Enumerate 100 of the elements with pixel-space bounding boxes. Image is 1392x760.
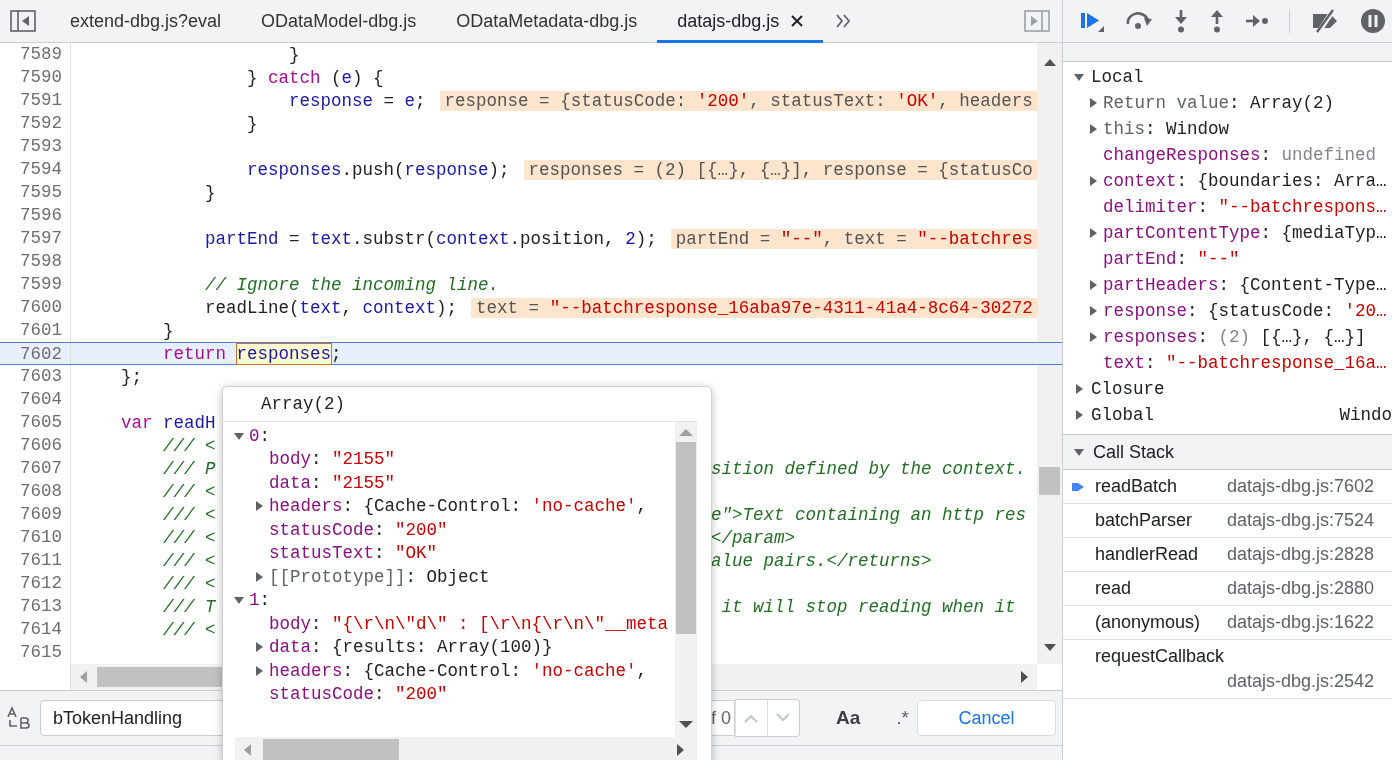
- line-number: 7608: [0, 480, 71, 503]
- property: data: {results: Array(100)}: [269, 637, 553, 658]
- stack-frame-location[interactable]: datajs-dbg.js:1622: [1226, 612, 1374, 633]
- stack-frame-location[interactable]: datajs-dbg.js:7602: [1226, 476, 1374, 497]
- scrollbar-thumb[interactable]: [1039, 467, 1060, 495]
- line-number: 7593: [0, 135, 71, 158]
- deactivate-breakpoints-icon[interactable]: [1310, 8, 1340, 34]
- debugger-toggle-icon[interactable]: [1024, 10, 1050, 32]
- expand-arrow-icon[interactable]: [1087, 279, 1099, 291]
- expand-arrow-icon[interactable]: [253, 500, 265, 513]
- call-stack-title[interactable]: Call Stack: [1093, 441, 1175, 463]
- stack-frame-name[interactable]: readBatch: [1095, 476, 1178, 497]
- scroll-right-icon[interactable]: [677, 744, 685, 756]
- stack-frame-name[interactable]: handlerRead: [1095, 544, 1199, 565]
- expand-arrow-icon[interactable]: [1087, 331, 1099, 343]
- scope-variable: text: "--batchresponse_16a…: [1103, 353, 1387, 373]
- code-line: }: [162, 320, 174, 341]
- scope-variable: partContentType: {mediaTyp…: [1103, 223, 1387, 243]
- expand-arrow-icon[interactable]: [1073, 71, 1085, 83]
- file-tab[interactable]: ODataModel-dbg.js: [241, 0, 437, 43]
- scope-variable: partHeaders: {Content-Type…: [1103, 275, 1387, 295]
- code-line: </param>: [711, 527, 795, 548]
- line-number: 7589: [0, 43, 71, 66]
- line-number: 7605: [0, 411, 71, 434]
- line-number: 7603: [0, 365, 71, 388]
- property: statusText: "OK": [269, 543, 438, 564]
- property: statusCode: "200": [269, 519, 448, 540]
- stack-frame-name[interactable]: batchParser: [1095, 510, 1193, 531]
- expand-arrow-icon[interactable]: [1073, 383, 1085, 395]
- scroll-down-icon[interactable]: [679, 721, 693, 729]
- stack-frame-name[interactable]: requestCallback: [1095, 646, 1225, 667]
- stack-frame-name[interactable]: (anonymous): [1095, 612, 1201, 633]
- line-number: 7606: [0, 434, 71, 457]
- pause-icon[interactable]: [1360, 8, 1386, 34]
- code-line: var readH: [120, 412, 216, 433]
- code-line: partEnd = text.substr(context.position, 2);: [204, 228, 657, 249]
- line-number: 7604: [0, 388, 71, 411]
- stack-frame-location[interactable]: datajs-dbg.js:2880: [1226, 578, 1374, 599]
- scrollbar-thumb[interactable]: [676, 442, 696, 634]
- file-tab[interactable]: ODataMetadata-dbg.js: [436, 0, 658, 43]
- expand-arrow-icon[interactable]: [1073, 446, 1085, 458]
- cancel-button[interactable]: Cancel: [916, 700, 1056, 736]
- code-line: responses.push(response);: [246, 159, 510, 180]
- regex-button[interactable]: .*: [888, 703, 917, 733]
- stack-frame-location[interactable]: datajs-dbg.js:7524: [1226, 510, 1374, 531]
- property: headers: {Cache-Control: 'no-cache',: [269, 660, 648, 681]
- scroll-down-icon[interactable]: [1044, 644, 1056, 652]
- expand-arrow-icon[interactable]: [1087, 123, 1099, 135]
- scope-variable: partEnd: "--": [1103, 249, 1240, 269]
- property: body: "{\r\n\"d\" : [\r\n{\r\n\"__meta: [269, 613, 669, 634]
- property: headers: {Cache-Control: 'no-cache',: [269, 496, 648, 517]
- expand-arrow-icon[interactable]: [1073, 409, 1085, 421]
- code-line: /// <: [162, 504, 216, 525]
- step-over-icon[interactable]: [1125, 10, 1153, 32]
- expand-arrow-icon[interactable]: [1087, 97, 1099, 109]
- code-line: /// T: [162, 596, 216, 617]
- property: 1:: [249, 590, 271, 611]
- line-number: 7602: [0, 343, 71, 364]
- match-case-button[interactable]: Aa: [827, 703, 869, 733]
- step-out-icon[interactable]: [1209, 9, 1225, 33]
- expand-arrow-icon[interactable]: [253, 570, 265, 583]
- close-icon[interactable]: [791, 15, 804, 27]
- code-line: /// <: [162, 435, 216, 456]
- file-tab[interactable]: datajs-dbg.js: [657, 0, 824, 43]
- line-number: 7599: [0, 273, 71, 296]
- stack-frame-name[interactable]: read: [1095, 578, 1132, 599]
- expand-arrow-icon[interactable]: [253, 664, 265, 677]
- file-tab[interactable]: extend-dbg.js?eval: [50, 0, 242, 43]
- scope-section-title[interactable]: Local: [1091, 67, 1144, 87]
- scope-section-title[interactable]: Global: [1091, 405, 1154, 425]
- step-into-icon[interactable]: [1173, 9, 1189, 33]
- line-number: 7590: [0, 66, 71, 89]
- search-field[interactable]: bTokenHandling: [51, 706, 711, 730]
- property: body: "2155": [269, 449, 396, 470]
- code-line: };: [120, 366, 142, 387]
- code-line: } catch (e) {: [246, 67, 384, 88]
- more-tabs-icon[interactable]: [835, 14, 852, 28]
- scope-section-title[interactable]: Closure: [1091, 379, 1165, 399]
- step-icon[interactable]: [1245, 13, 1269, 29]
- code-line: /// <: [162, 550, 216, 571]
- stack-frame-location[interactable]: datajs-dbg.js:2828: [1226, 544, 1374, 565]
- property: [[Prototype]]: Object: [269, 566, 490, 587]
- line-number: 7613: [0, 595, 71, 618]
- code-line: readLine(text, context);: [204, 297, 458, 318]
- scope-variable: delimiter: "--batchrespons…: [1103, 197, 1387, 217]
- chevron-up-icon: [743, 713, 760, 723]
- expand-arrow-icon[interactable]: [1087, 227, 1099, 239]
- scroll-right-icon[interactable]: [1021, 671, 1029, 683]
- scrollbar-thumb[interactable]: [263, 739, 399, 760]
- inline-value: responses = (2) [{…}, {…}], response = {statusCo: [523, 159, 1038, 180]
- navigator-toggle-icon[interactable]: [10, 10, 36, 32]
- chevron-down-icon: [775, 713, 792, 723]
- stack-frame-location[interactable]: datajs-dbg.js:2542: [1226, 671, 1374, 692]
- replace-icon[interactable]: [6, 706, 32, 730]
- line-number: 7615: [0, 641, 71, 664]
- expand-arrow-icon[interactable]: [253, 641, 265, 654]
- expand-arrow-icon[interactable]: [1087, 175, 1099, 187]
- scroll-up-icon[interactable]: [1044, 58, 1056, 66]
- expand-arrow-icon[interactable]: [1087, 305, 1099, 317]
- code-line: }: [246, 113, 258, 134]
